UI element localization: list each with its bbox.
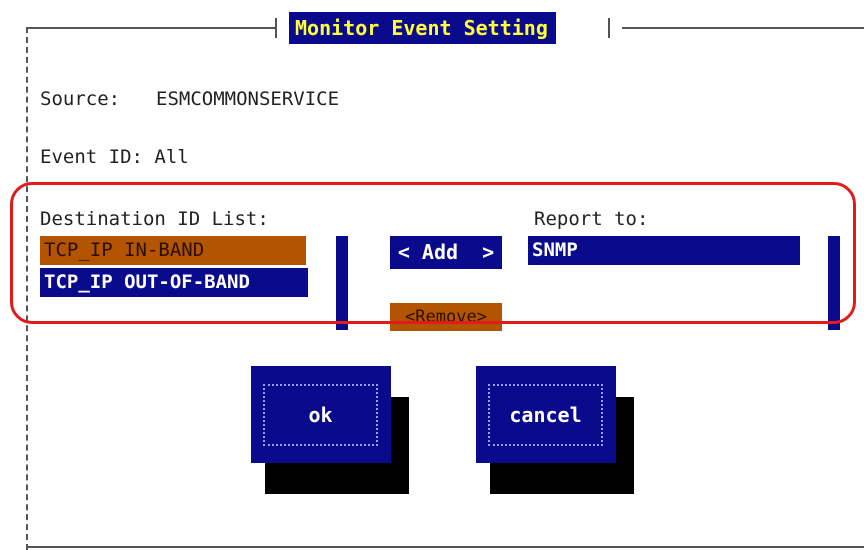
remove-button[interactable]: <Remove> bbox=[390, 303, 502, 331]
dialog-title: Monitor Event Setting bbox=[289, 12, 556, 44]
destination-list-header: Destination ID List: bbox=[40, 208, 269, 230]
frame-title-tick-right bbox=[608, 18, 610, 38]
frame-bottom-line bbox=[26, 546, 864, 548]
source-value: ESMCOMMONSERVICE bbox=[156, 88, 340, 110]
report-list-scrollbar[interactable] bbox=[828, 236, 840, 330]
cancel-button-label: cancel bbox=[488, 384, 603, 446]
frame-title-tick-left bbox=[275, 18, 277, 38]
report-item-snmp[interactable]: SNMP bbox=[528, 236, 800, 265]
add-button[interactable]: < Add > bbox=[390, 236, 502, 269]
cancel-button[interactable]: cancel bbox=[476, 366, 616, 463]
report-to-header: Report to: bbox=[534, 208, 649, 230]
destination-item-tcp-ip-out-of-band[interactable]: TCP_IP OUT-OF-BAND bbox=[40, 268, 308, 297]
frame-top-right-line bbox=[622, 27, 864, 29]
ok-button[interactable]: ok bbox=[251, 366, 391, 463]
event-id-text: Event ID: All bbox=[40, 146, 189, 168]
destination-item-tcp-ip-in-band[interactable]: TCP_IP IN-BAND bbox=[40, 236, 306, 265]
frame-top-left-line bbox=[28, 27, 277, 29]
destination-list-scrollbar[interactable] bbox=[336, 236, 348, 330]
ok-button-label: ok bbox=[263, 384, 378, 446]
frame-left-line bbox=[26, 27, 28, 550]
source-label: Source: bbox=[40, 88, 121, 110]
